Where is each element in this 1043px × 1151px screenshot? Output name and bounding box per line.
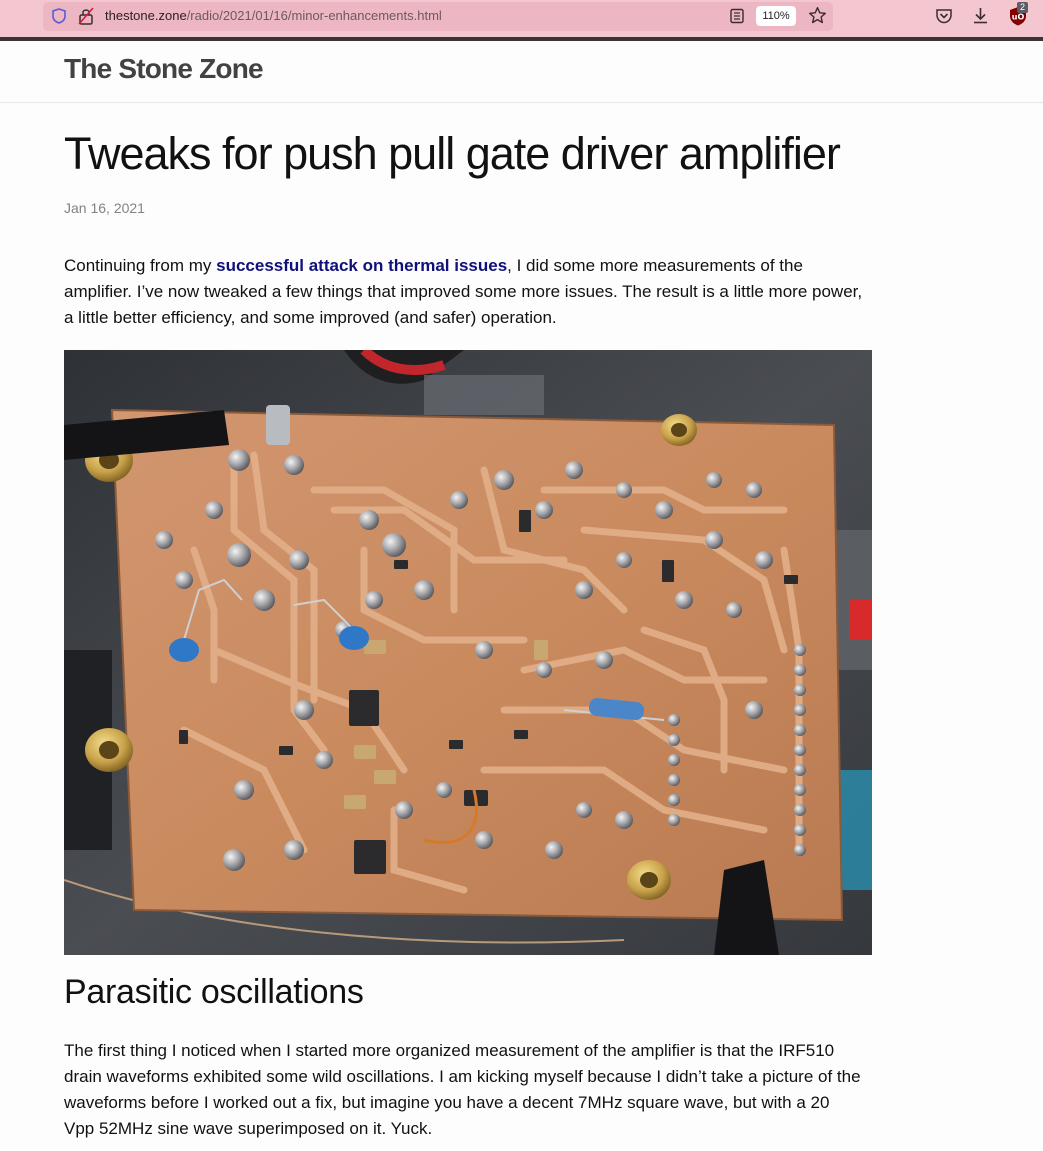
pcb-photo bbox=[64, 350, 872, 955]
browser-toolbar: thestone.zone/radio/2021/01/16/minor-enh… bbox=[0, 0, 1043, 38]
svg-text:uO: uO bbox=[1012, 13, 1025, 22]
post-title: Tweaks for push pull gate driver amplifi… bbox=[64, 128, 841, 179]
lock-icon[interactable] bbox=[78, 7, 94, 25]
download-icon[interactable] bbox=[971, 6, 990, 25]
section-paragraph: The first thing I noticed when I started… bbox=[64, 1041, 861, 1138]
thermal-issues-link[interactable]: successful attack on thermal issues bbox=[216, 256, 507, 275]
url-host: thestone.zone bbox=[105, 8, 187, 23]
extension-badge-count: 2 bbox=[1017, 2, 1028, 13]
url-text[interactable]: thestone.zone/radio/2021/01/16/minor-enh… bbox=[105, 8, 442, 23]
section-heading: Parasitic oscillations bbox=[64, 973, 364, 1011]
site-header: The Stone Zone bbox=[0, 41, 1043, 103]
intro-paragraph: Continuing from my successful attack on … bbox=[64, 253, 864, 331]
url-path: /radio/2021/01/16/minor-enhancements.htm… bbox=[186, 8, 442, 23]
bookmark-star-icon[interactable] bbox=[808, 6, 827, 25]
pcb-photo-illustration bbox=[64, 350, 872, 955]
pocket-icon[interactable] bbox=[935, 7, 953, 25]
site-title-link[interactable]: The Stone Zone bbox=[64, 53, 264, 85]
zoom-level-button[interactable]: 110% bbox=[756, 6, 796, 26]
shield-icon[interactable] bbox=[52, 8, 66, 24]
intro-text-before: Continuing from my bbox=[64, 256, 217, 275]
reader-view-icon[interactable] bbox=[729, 8, 745, 24]
post-date: Jan 16, 2021 bbox=[64, 200, 145, 216]
